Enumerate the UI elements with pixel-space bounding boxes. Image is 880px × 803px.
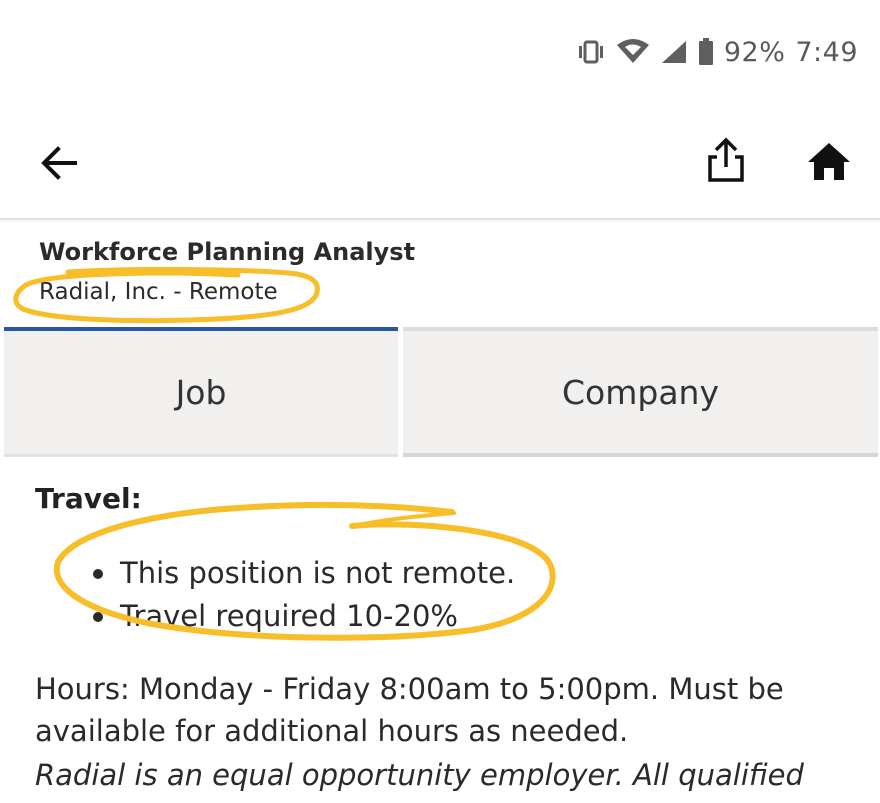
- status-bar: 92% 7:49: [0, 0, 880, 104]
- eeo-statement: Radial is an equal opportunity employer.…: [35, 758, 804, 792]
- home-icon: [808, 143, 850, 180]
- highlight-marker-annotation: [13, 267, 320, 324]
- back-button[interactable]: [30, 134, 88, 192]
- status-icons: 92% 7:49: [576, 30, 858, 74]
- share-icon: [708, 137, 744, 182]
- highlight-marker-annotation: [53, 501, 556, 641]
- share-button[interactable]: [698, 132, 754, 188]
- signal-icon: [660, 39, 688, 65]
- battery-percentage: 92%: [723, 36, 786, 68]
- app-bar: [0, 104, 880, 218]
- wifi-icon: [616, 39, 650, 65]
- tab-bar: Job Company: [4, 327, 878, 457]
- back-arrow-icon: [41, 146, 77, 180]
- battery-icon: [698, 38, 714, 66]
- tab-company[interactable]: Company: [403, 327, 878, 457]
- vibrate-icon: [576, 40, 606, 64]
- job-title: Workforce Planning Analyst: [39, 238, 416, 266]
- hours-text: Hours: Monday - Friday 8:00am to 5:00pm.…: [35, 672, 784, 748]
- home-button[interactable]: [800, 132, 858, 190]
- job-header: Workforce Planning Analyst Radial, Inc. …: [0, 221, 880, 327]
- job-description: Travel: This position is not remote. Tra…: [0, 470, 880, 803]
- job-detail-screen: 92% 7:49 Workforce Planning Analyst Radi…: [0, 0, 880, 803]
- tab-job-label: Job: [175, 373, 227, 412]
- tab-job[interactable]: Job: [4, 327, 398, 457]
- tab-company-label: Company: [562, 372, 719, 412]
- clock: 7:49: [795, 36, 858, 68]
